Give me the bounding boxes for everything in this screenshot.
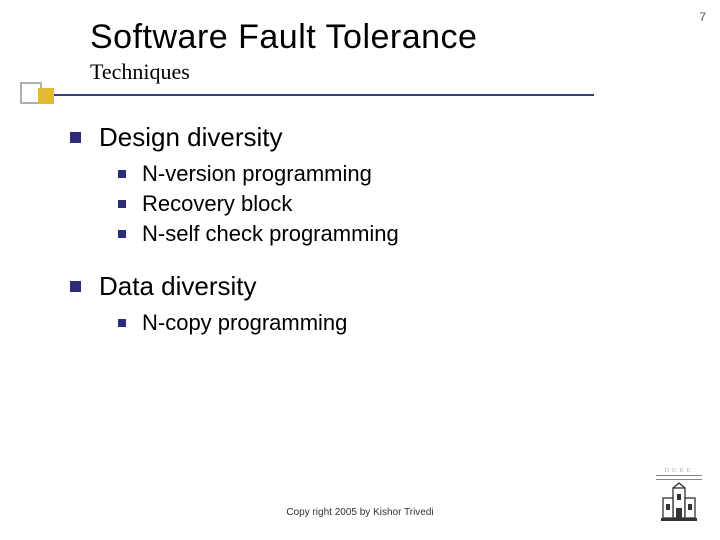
square-bullet-icon [118,319,126,327]
list-item-label: N-version programming [142,161,372,187]
square-bullet-icon [118,200,126,208]
list-item: N-copy programming [118,310,630,336]
list-item: N-self check programming [118,221,630,247]
logo-divider [656,475,702,480]
list-item-label: Design diversity [99,122,283,153]
duke-logo-text: DUKE [656,468,702,474]
list-item-label: N-self check programming [142,221,399,247]
title-underline-graphic [20,88,580,102]
list-item-label: N-copy programming [142,310,347,336]
square-bullet-icon [70,281,81,292]
content-body: Design diversity N-version programming R… [70,116,630,340]
building-icon [659,482,699,522]
square-bullet-icon [70,132,81,143]
duke-logo: DUKE [656,468,702,522]
list-item: Recovery block [118,191,630,217]
list-item: N-version programming [118,161,630,187]
list-item: Design diversity [70,122,630,153]
slide: 7 Software Fault Tolerance Techniques De… [0,0,720,540]
slide-subtitle: Techniques [90,59,477,85]
page-number: 7 [699,10,706,24]
square-bullet-icon [118,170,126,178]
list-item-label: Recovery block [142,191,292,217]
header: Software Fault Tolerance Techniques [90,18,477,85]
square-bullet-icon [118,230,126,238]
copyright-footer: Copy right 2005 by Kishor Trivedi [0,507,720,518]
slide-title: Software Fault Tolerance [90,18,477,57]
list-item: Data diversity [70,271,630,302]
list-item-label: Data diversity [99,271,257,302]
